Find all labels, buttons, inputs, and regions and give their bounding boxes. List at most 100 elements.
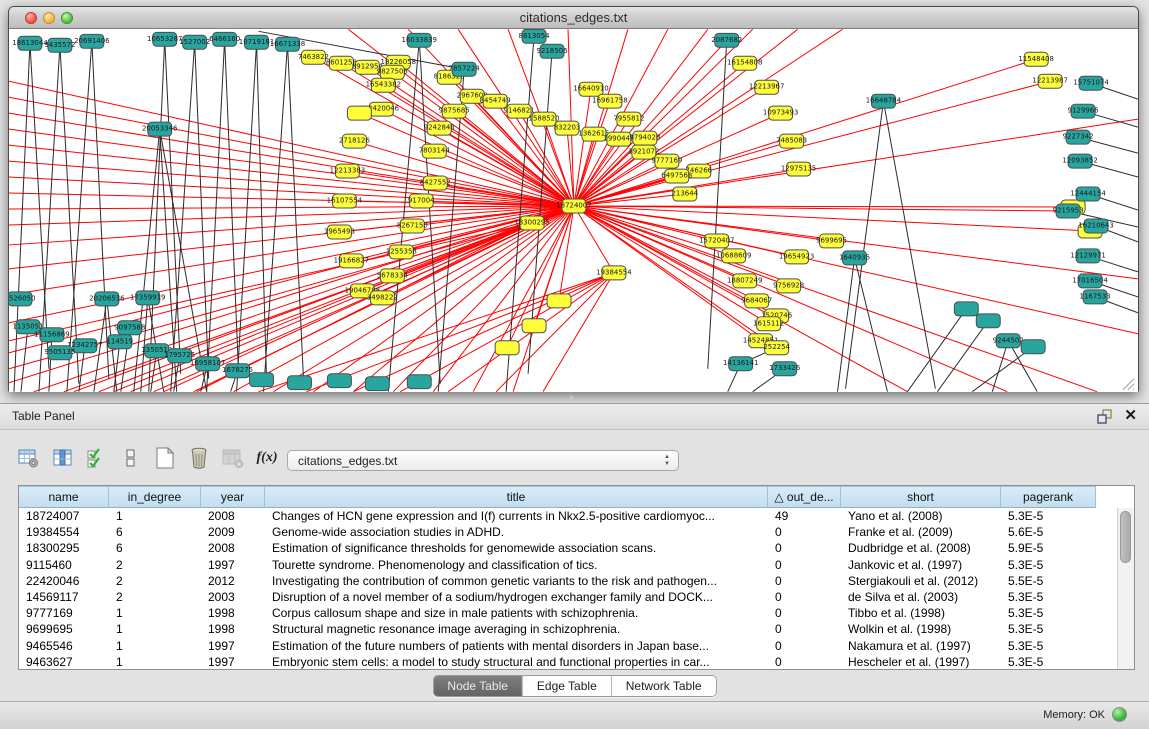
create-column-button[interactable]: [150, 443, 180, 473]
citation-network-graph: 1872400718300295193845547463822860125889…: [9, 29, 1138, 392]
table-cell: 5.3E-5: [1001, 638, 1096, 654]
delete-table-button[interactable]: [218, 443, 248, 473]
table-row[interactable]: 1830029562008Estimation of significance …: [19, 540, 1118, 556]
graph-node[interactable]: [1021, 340, 1045, 354]
graph-node-label: 8813054: [519, 32, 551, 40]
table-row[interactable]: 911546021997Tourette syndrome. Phenomeno…: [19, 557, 1118, 573]
show-columns-button[interactable]: [48, 443, 78, 473]
column-header-short[interactable]: short: [841, 486, 1001, 508]
resize-grip[interactable]: [1123, 379, 1134, 390]
selection-mode-button[interactable]: [82, 443, 112, 473]
window-titlebar[interactable]: citations_edges.txt: [9, 7, 1138, 29]
window-title: citations_edges.txt: [9, 10, 1138, 25]
graph-node-label: 12213967: [749, 83, 784, 91]
graph-node-label: 9435572: [44, 41, 75, 49]
graph-node[interactable]: [365, 377, 389, 391]
table-row[interactable]: 1938455462009Genome-wide association stu…: [19, 524, 1118, 540]
graph-node-label: 19384554: [596, 268, 632, 276]
graph-node-label: 16033839: [402, 36, 437, 44]
column-header-pagerank[interactable]: pagerank: [1001, 486, 1096, 508]
column-header-year[interactable]: year: [201, 486, 265, 508]
table-mode-button[interactable]: [14, 443, 44, 473]
function-builder-icon: f(x): [257, 450, 278, 466]
graph-node[interactable]: [288, 376, 312, 390]
table-select[interactable]: citations_edges.txt ▲▼: [287, 450, 679, 471]
graph-node-label: 18226058: [381, 58, 416, 66]
table-cell: 9115460: [19, 557, 109, 573]
table-row[interactable]: 1456911722003Disruption of a novel membe…: [19, 589, 1118, 605]
graph-node-label: 15720407: [699, 236, 734, 244]
network-view-window[interactable]: citations_edges.txt 18724007183002951938…: [8, 6, 1139, 392]
table-cell: 1: [109, 638, 201, 654]
table-row[interactable]: 946554611997Estimation of the future num…: [19, 638, 1118, 654]
graph-node-label: 16961758: [592, 97, 627, 105]
table-row[interactable]: 977716911998Corpus callosum shape and si…: [19, 605, 1118, 621]
graph-node-label: 1255358: [386, 247, 417, 255]
table-cell: 0: [768, 589, 841, 605]
table-cell: Tibbo et al. (1998): [841, 605, 1001, 621]
graph-node-label: 7857224: [449, 65, 481, 73]
node-table: namein_degreeyeartitle△ out_de...shortpa…: [18, 485, 1135, 670]
table-toolbar: f(x): [14, 438, 286, 478]
delete-columns-button[interactable]: [184, 443, 214, 473]
table-cell: 0: [768, 605, 841, 621]
graph-node-label: 9227342: [1063, 133, 1094, 141]
float-panel-icon[interactable]: [1096, 408, 1113, 425]
close-panel-icon[interactable]: ✕: [1124, 406, 1137, 424]
graph-node[interactable]: [954, 302, 978, 316]
graph-node-label: 18613044: [12, 39, 48, 47]
graph-node[interactable]: [347, 106, 371, 120]
graph-node[interactable]: [547, 294, 571, 308]
graph-node[interactable]: [522, 319, 546, 333]
column-header-out_degree[interactable]: △ out_de...: [768, 486, 841, 508]
table-cell: 49: [768, 508, 841, 524]
function-builder-button[interactable]: f(x): [252, 443, 282, 473]
graph-node-label: 2526050: [9, 294, 36, 302]
table-cell: 9699695: [19, 621, 109, 637]
column-header-title[interactable]: title: [265, 486, 768, 508]
row-height-button[interactable]: [116, 443, 146, 473]
network-canvas[interactable]: 1872400718300295193845547463822860125889…: [9, 29, 1138, 392]
table-cell: 2: [109, 589, 201, 605]
table-row[interactable]: 946362711997Embryonic stem cells: a mode…: [19, 654, 1118, 670]
select-stepper-icon: ▲▼: [664, 454, 670, 468]
tab-network-table[interactable]: Network Table: [611, 676, 716, 696]
panel-splitter-handle[interactable]: ▲: [568, 394, 575, 401]
tab-edge-table[interactable]: Edge Table: [522, 676, 611, 696]
graph-node-label: 9827508: [377, 68, 408, 76]
graph-node-label: 1795725: [164, 351, 195, 359]
graph-node-label: 7803144: [419, 147, 451, 155]
table-cell: 18724007: [19, 508, 109, 524]
table-row[interactable]: 969969511998Structural magnetic resonanc…: [19, 621, 1118, 637]
graph-node-label: 9794028: [629, 134, 660, 142]
graph-node[interactable]: [327, 374, 351, 388]
graph-node[interactable]: [250, 373, 274, 387]
table-select-value: citations_edges.txt: [298, 454, 397, 468]
tab-node-table[interactable]: Node Table: [433, 676, 522, 696]
memory-status-indicator[interactable]: [1112, 707, 1127, 722]
graph-node-label: 9129966: [1068, 107, 1099, 115]
table-cell: 5.3E-5: [1001, 557, 1096, 573]
graph-node-label: 9777169: [651, 157, 682, 165]
table-row[interactable]: 1872400712008Changes of HCN gene express…: [19, 508, 1118, 524]
graph-node-label: 1527002: [179, 38, 210, 46]
graph-node-label: 15751074: [1073, 79, 1109, 87]
scrollbar-thumb[interactable]: [1120, 511, 1131, 563]
table-cell: 19384554: [19, 524, 109, 540]
status-bar: Memory: OK: [0, 701, 1149, 729]
graph-node[interactable]: [976, 314, 1000, 328]
graph-node-label: 252254: [763, 343, 790, 351]
graph-node[interactable]: [407, 375, 431, 389]
table-cell: 5.9E-5: [1001, 540, 1096, 556]
graph-node-label: 16210643: [1078, 221, 1113, 229]
table-vertical-scrollbar[interactable]: [1117, 508, 1134, 669]
table-cell: 1997: [201, 654, 265, 670]
graph-node-label: 8267150: [397, 221, 428, 229]
column-header-name[interactable]: name: [19, 486, 109, 508]
graph-node[interactable]: [495, 341, 519, 355]
table-cell: 2008: [201, 540, 265, 556]
table-cell: 5.6E-5: [1001, 524, 1096, 540]
table-row[interactable]: 2242004622012Investigating the contribut…: [19, 573, 1118, 589]
table-cell: 1998: [201, 605, 265, 621]
column-header-in_degree[interactable]: in_degree: [109, 486, 201, 508]
